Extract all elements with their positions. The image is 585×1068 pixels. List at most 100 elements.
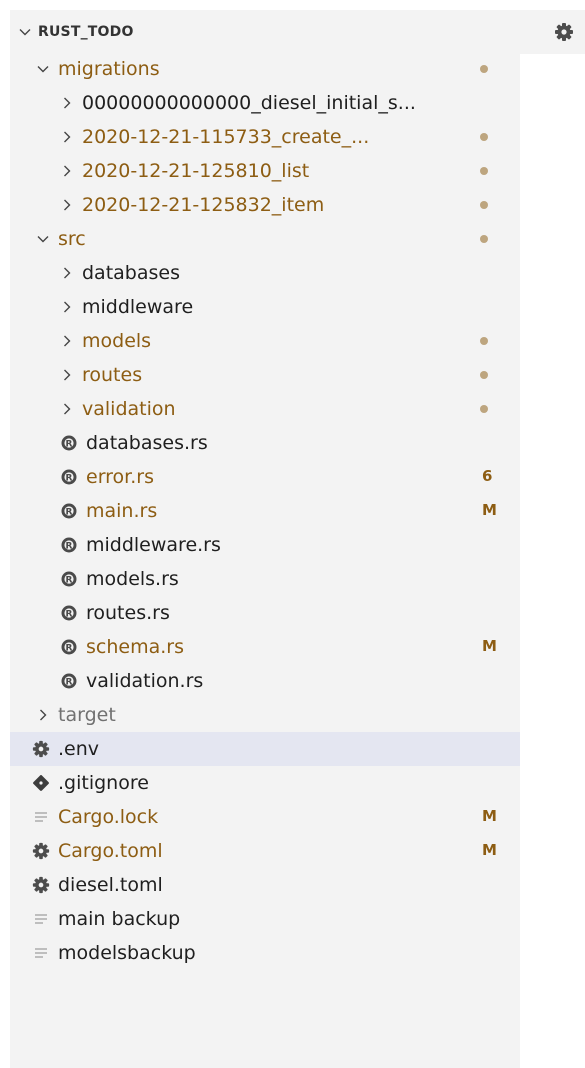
- tree-item-label: 2020-12-21-115733_create_...: [82, 126, 370, 148]
- chevron-right-icon: [60, 164, 74, 178]
- chevron-down-icon: [36, 62, 50, 76]
- tree-folder-middleware[interactable]: middleware: [10, 290, 520, 324]
- git-status-dot: [480, 405, 488, 413]
- rust-icon: R: [60, 536, 78, 554]
- git-status-badge: 6: [482, 467, 493, 485]
- tree-item-label: Cargo.toml: [58, 840, 163, 862]
- tree-folder-2020-12-21-115733-create[interactable]: 2020-12-21-115733_create_...: [10, 120, 520, 154]
- svg-text:R: R: [66, 439, 73, 449]
- svg-text:R: R: [66, 609, 73, 619]
- gear-icon: [32, 740, 50, 758]
- git-status-dot: [480, 133, 488, 141]
- explorer-panel: RUST_TODO migrations 00000000000000_diese…: [10, 10, 520, 1068]
- tree-file-models-rs[interactable]: Rmodels.rs: [10, 562, 520, 596]
- tree-folder-2020-12-21-125810-list[interactable]: 2020-12-21-125810_list: [10, 154, 520, 188]
- tree-file-env[interactable]: .env: [10, 732, 520, 766]
- gear-icon: [32, 842, 50, 860]
- tree-item-label: 00000000000000_diesel_initial_s...: [82, 92, 416, 114]
- gear-icon[interactable]: [554, 22, 574, 42]
- git-icon: [32, 774, 50, 792]
- tree-file-schema-rs[interactable]: Rschema.rs M: [10, 630, 520, 664]
- svg-text:R: R: [66, 473, 73, 483]
- svg-text:R: R: [66, 507, 73, 517]
- svg-text:R: R: [66, 643, 73, 653]
- tree-item-label: middleware: [82, 296, 194, 318]
- chevron-right-icon: [60, 130, 74, 144]
- tree-file-cargo-toml[interactable]: Cargo.toml M: [10, 834, 520, 868]
- tree-item-label: diesel.toml: [58, 874, 163, 896]
- tree-file-gitignore[interactable]: .gitignore: [10, 766, 520, 800]
- tree-item-label: routes: [82, 364, 143, 386]
- tree-folder-models[interactable]: models: [10, 324, 520, 358]
- tree-item-label: schema.rs: [86, 636, 184, 658]
- tree-item-label: target: [58, 704, 116, 726]
- explorer-root-label: RUST_TODO: [38, 24, 134, 40]
- tree-folder-target[interactable]: target: [10, 698, 520, 732]
- tree-folder-2020-12-21-125832-item[interactable]: 2020-12-21-125832_item: [10, 188, 520, 222]
- chevron-right-icon: [60, 402, 74, 416]
- tree-folder-routes[interactable]: routes: [10, 358, 520, 392]
- chevron-right-icon: [60, 368, 74, 382]
- tree-item-label: middleware.rs: [86, 534, 221, 556]
- svg-text:R: R: [66, 541, 73, 551]
- rust-icon: R: [60, 638, 78, 656]
- tree-item-label: models.rs: [86, 568, 179, 590]
- git-status-dot: [480, 337, 488, 345]
- chevron-right-icon: [60, 300, 74, 314]
- tree-file-validation-rs[interactable]: Rvalidation.rs: [10, 664, 520, 698]
- rust-icon: R: [60, 502, 78, 520]
- tree-file-databases-rs[interactable]: Rdatabases.rs: [10, 426, 520, 460]
- tree-folder-migrations[interactable]: migrations: [10, 52, 520, 86]
- tree-item-label: modelsbackup: [58, 942, 196, 964]
- svg-text:R: R: [66, 677, 73, 687]
- svg-text:R: R: [66, 575, 73, 585]
- tree-file-main-backup[interactable]: main backup: [10, 902, 520, 936]
- tree-item-label: databases: [82, 262, 180, 284]
- tree-item-label: Cargo.lock: [58, 806, 159, 828]
- git-status-dot: [480, 235, 488, 243]
- lines-icon: [32, 808, 50, 826]
- git-status-badge: M: [482, 637, 497, 655]
- tree-folder-00000000000000-diesel-initial-s[interactable]: 00000000000000_diesel_initial_s...: [10, 86, 520, 120]
- tree-file-routes-rs[interactable]: Rroutes.rs: [10, 596, 520, 630]
- git-status-dot: [480, 65, 488, 73]
- chevron-down-icon: [18, 25, 32, 39]
- gear-icon: [32, 876, 50, 894]
- editor-tab-strip: [520, 10, 585, 54]
- chevron-right-icon: [60, 334, 74, 348]
- tree-item-label: routes.rs: [86, 602, 170, 624]
- git-status-dot: [480, 201, 488, 209]
- tree-item-label: error.rs: [86, 466, 155, 488]
- tree-item-label: validation: [82, 398, 176, 420]
- tree-folder-src[interactable]: src: [10, 222, 520, 256]
- chevron-right-icon: [60, 266, 74, 280]
- tree-file-main-rs[interactable]: Rmain.rs M: [10, 494, 520, 528]
- lines-icon: [32, 910, 50, 928]
- tree-file-middleware-rs[interactable]: Rmiddleware.rs: [10, 528, 520, 562]
- chevron-right-icon: [60, 96, 74, 110]
- tree-file-diesel-toml[interactable]: diesel.toml: [10, 868, 520, 902]
- tree-item-label: .gitignore: [58, 772, 149, 794]
- lines-icon: [32, 944, 50, 962]
- tree-item-label: 2020-12-21-125810_list: [82, 160, 310, 182]
- rust-icon: R: [60, 672, 78, 690]
- tree-folder-databases[interactable]: databases: [10, 256, 520, 290]
- tree-item-label: models: [82, 330, 152, 352]
- tree-item-label: main backup: [58, 908, 181, 930]
- tree-item-label: main.rs: [86, 500, 158, 522]
- git-status-badge: M: [482, 501, 497, 519]
- tree-item-label: databases.rs: [86, 432, 208, 454]
- tree-item-label: src: [58, 228, 86, 250]
- tree-file-cargo-lock[interactable]: Cargo.lock M: [10, 800, 520, 834]
- chevron-right-icon: [36, 708, 50, 722]
- explorer-root-folder[interactable]: RUST_TODO: [10, 17, 520, 47]
- git-status-badge: M: [482, 807, 497, 825]
- tree-folder-validation[interactable]: validation: [10, 392, 520, 426]
- tree-file-modelsbackup[interactable]: modelsbackup: [10, 936, 520, 970]
- chevron-down-icon: [36, 232, 50, 246]
- chevron-right-icon: [60, 198, 74, 212]
- rust-icon: R: [60, 468, 78, 486]
- rust-icon: R: [60, 604, 78, 622]
- git-status-dot: [480, 371, 488, 379]
- tree-file-error-rs[interactable]: Rerror.rs 6: [10, 460, 520, 494]
